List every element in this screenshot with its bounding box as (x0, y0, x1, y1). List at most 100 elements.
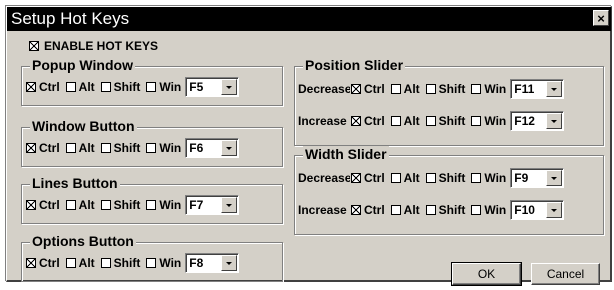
winbtn-alt-option[interactable]: Alt (65, 141, 95, 155)
lines-win-option[interactable]: Win (146, 198, 181, 212)
width-increase-ctrl-option[interactable]: Ctrl (351, 203, 385, 217)
position-decrease-shift-label: Shift (438, 82, 466, 96)
position-decrease-alt-option[interactable]: Alt (390, 82, 420, 96)
options-shift-option[interactable]: Shift (100, 256, 140, 270)
options-win-checkbox[interactable] (146, 258, 157, 268)
popup-win-option[interactable]: Win (146, 80, 181, 94)
title-bar[interactable]: Setup Hot Keys × (7, 7, 611, 31)
width-decrease-ctrl-option[interactable]: Ctrl (351, 171, 385, 185)
winbtn-win-option[interactable]: Win (146, 141, 181, 155)
position-increase-shift-checkbox[interactable] (425, 116, 436, 126)
options-win-option[interactable]: Win (146, 256, 181, 270)
position-decrease-alt-checkbox[interactable] (390, 84, 401, 94)
options-button-title: Options Button (30, 233, 136, 250)
winbtn-shift-checkbox[interactable] (100, 143, 111, 153)
lines-alt-option[interactable]: Alt (65, 198, 95, 212)
width-increase-win-option[interactable]: Win (471, 203, 506, 217)
popup-shift-checkbox[interactable] (100, 82, 111, 92)
width-increase-ctrl-label: Ctrl (364, 203, 385, 217)
width-decrease-alt-label: Alt (403, 171, 420, 185)
lines-win-label: Win (159, 198, 182, 212)
position-decrease-ctrl-label: Ctrl (364, 82, 385, 96)
position-increase-win-checkbox[interactable] (471, 116, 482, 126)
chevron-down-icon[interactable] (546, 170, 563, 186)
width-increase-win-checkbox[interactable] (471, 205, 482, 215)
lines-ctrl-label: Ctrl (39, 198, 60, 212)
winbtn-shift-option[interactable]: Shift (100, 141, 140, 155)
width-increase-shift-option[interactable]: Shift (425, 203, 465, 217)
lines-shift-option[interactable]: Shift (100, 198, 140, 212)
winbtn-alt-checkbox[interactable] (65, 143, 76, 153)
position-decrease-shift-checkbox[interactable] (425, 84, 436, 94)
winbtn-key-select[interactable]: F6 (185, 138, 240, 158)
popup-alt-option[interactable]: Alt (65, 80, 95, 94)
options-ctrl-checkbox[interactable] (26, 258, 36, 268)
chevron-down-icon[interactable] (221, 140, 238, 156)
ok-button[interactable]: OK (451, 262, 522, 286)
popup-ctrl-option[interactable]: Ctrl (26, 80, 60, 94)
position-increase-ctrl-checkbox[interactable] (351, 116, 361, 126)
position-increase-ctrl-option[interactable]: Ctrl (351, 114, 385, 128)
width-decrease-key-select[interactable]: F9 (510, 168, 565, 188)
popup-alt-checkbox[interactable] (65, 82, 76, 92)
popup-ctrl-checkbox[interactable] (26, 82, 36, 92)
options-alt-option[interactable]: Alt (65, 256, 95, 270)
width-increase-shift-checkbox[interactable] (425, 205, 436, 215)
position-decrease-key-select[interactable]: F11 (510, 79, 565, 99)
close-button[interactable]: × (593, 10, 609, 26)
width-decrease-alt-option[interactable]: Alt (390, 171, 420, 185)
popup-key-select[interactable]: F5 (185, 77, 240, 97)
options-hotkey-row: Ctrl Alt Shift Win F8 (26, 253, 240, 273)
width-decrease-win-option[interactable]: Win (471, 171, 506, 185)
enable-hot-keys-option[interactable]: ENABLE HOT KEYS (29, 39, 158, 53)
width-increase-ctrl-checkbox[interactable] (351, 205, 361, 215)
lines-ctrl-option[interactable]: Ctrl (26, 198, 60, 212)
lines-alt-checkbox[interactable] (65, 200, 76, 210)
enable-hot-keys-checkbox[interactable] (29, 41, 39, 51)
lines-shift-checkbox[interactable] (100, 200, 111, 210)
options-alt-checkbox[interactable] (65, 258, 76, 268)
width-decrease-shift-label: Shift (438, 171, 466, 185)
winbtn-ctrl-option[interactable]: Ctrl (26, 141, 60, 155)
width-increase-key-select[interactable]: F10 (510, 200, 565, 220)
chevron-down-icon[interactable] (546, 202, 563, 218)
position-increase-shift-option[interactable]: Shift (425, 114, 465, 128)
width-decrease-shift-option[interactable]: Shift (425, 171, 466, 185)
options-key-value: F8 (189, 256, 204, 270)
position-increase-alt-label: Alt (403, 114, 420, 128)
position-decrease-shift-option[interactable]: Shift (425, 82, 466, 96)
width-increase-win-label: Win (484, 203, 507, 217)
position-increase-key-select[interactable]: F12 (510, 111, 565, 131)
chevron-down-icon[interactable] (546, 113, 563, 129)
cancel-button[interactable]: Cancel (531, 263, 600, 285)
position-increase-alt-checkbox[interactable] (390, 116, 401, 126)
position-decrease-win-checkbox[interactable] (471, 84, 482, 94)
chevron-down-icon[interactable] (546, 81, 563, 97)
chevron-down-icon[interactable] (221, 79, 238, 95)
chevron-down-icon[interactable] (221, 197, 238, 213)
winbtn-win-checkbox[interactable] (146, 143, 157, 153)
position-increase-win-option[interactable]: Win (471, 114, 506, 128)
position-increase-alt-option[interactable]: Alt (390, 114, 420, 128)
position-decrease-ctrl-option[interactable]: Ctrl (351, 82, 385, 96)
width-decrease-alt-checkbox[interactable] (390, 173, 401, 183)
options-key-select[interactable]: F8 (185, 253, 240, 273)
width-decrease-win-checkbox[interactable] (471, 173, 482, 183)
options-shift-checkbox[interactable] (100, 258, 111, 268)
popup-shift-option[interactable]: Shift (100, 80, 140, 94)
width-decrease-hotkey-row: Decrease Ctrl Alt Shift Win F9 (298, 168, 565, 188)
options-ctrl-option[interactable]: Ctrl (26, 256, 60, 270)
lines-win-checkbox[interactable] (146, 200, 157, 210)
popup-alt-label: Alt (78, 80, 95, 94)
width-decrease-ctrl-checkbox[interactable] (351, 173, 361, 183)
width-decrease-shift-checkbox[interactable] (425, 173, 436, 183)
lines-ctrl-checkbox[interactable] (26, 200, 36, 210)
chevron-down-icon[interactable] (221, 255, 238, 271)
width-increase-alt-checkbox[interactable] (390, 205, 401, 215)
width-increase-alt-option[interactable]: Alt (390, 203, 420, 217)
lines-key-select[interactable]: F7 (185, 195, 240, 215)
winbtn-ctrl-checkbox[interactable] (26, 143, 36, 153)
position-decrease-win-option[interactable]: Win (471, 82, 506, 96)
position-decrease-ctrl-checkbox[interactable] (351, 84, 361, 94)
popup-win-checkbox[interactable] (146, 82, 157, 92)
